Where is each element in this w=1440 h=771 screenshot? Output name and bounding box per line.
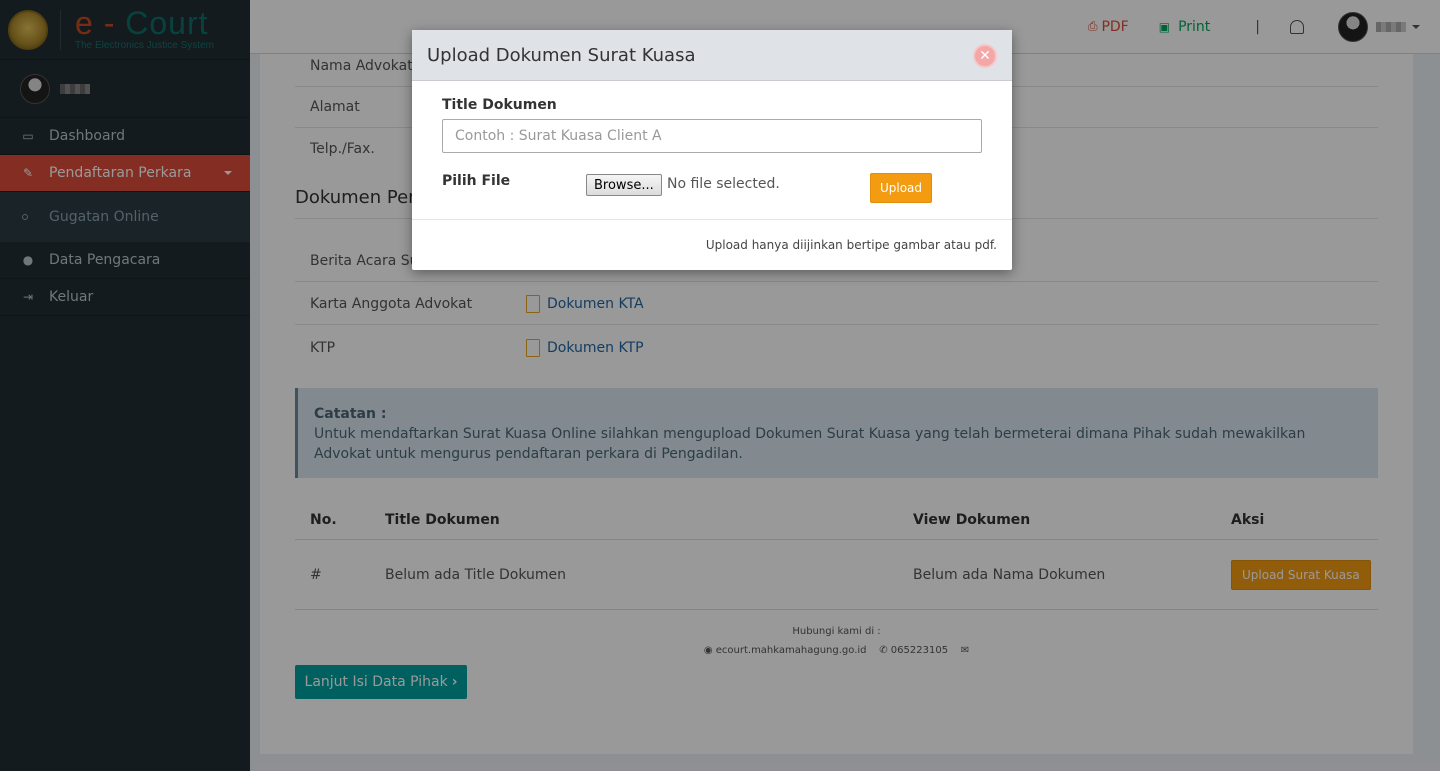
modal-header: Upload Dokumen Surat Kuasa ✕	[412, 30, 1012, 81]
upload-button[interactable]: Upload	[870, 173, 932, 203]
modal-body: Title Dokumen Pilih File Browse... No fi…	[412, 81, 1012, 220]
close-icon[interactable]: ✕	[973, 44, 997, 68]
pilih-file-label: Pilih File	[442, 173, 511, 189]
no-file-status: No file selected.	[667, 176, 780, 192]
upload-modal: Upload Dokumen Surat Kuasa ✕ Title Dokum…	[412, 30, 1012, 270]
title-dokumen-input[interactable]	[442, 119, 982, 153]
browse-button[interactable]: Browse...	[586, 174, 662, 196]
title-dokumen-label: Title Dokumen	[442, 97, 557, 113]
file-row: Pilih File Browse... No file selected. U…	[442, 173, 982, 209]
modal-title: Upload Dokumen Surat Kuasa	[427, 44, 696, 66]
modal-footer-note: Upload hanya diijinkan bertipe gambar at…	[705, 238, 997, 252]
